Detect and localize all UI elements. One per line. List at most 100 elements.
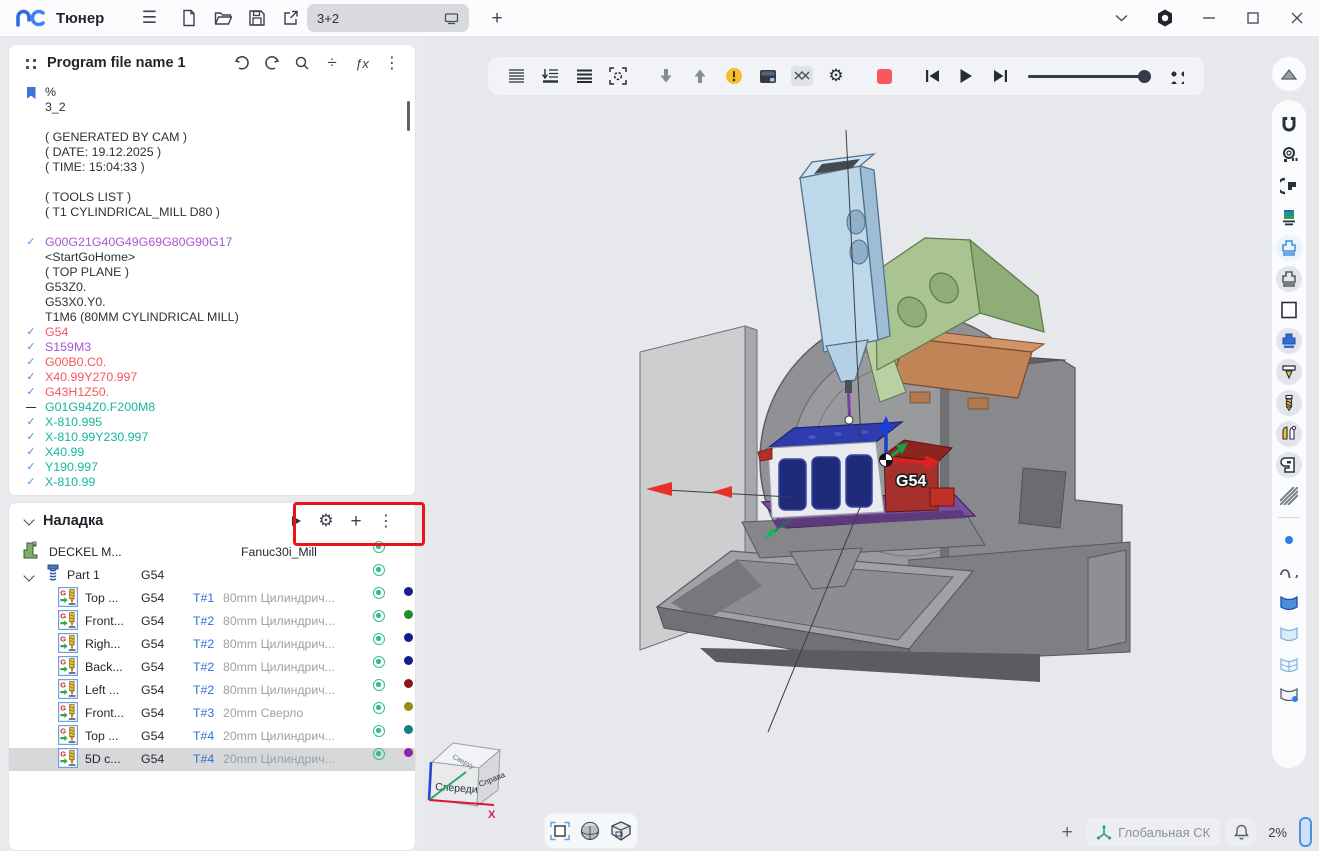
warning-icon[interactable] xyxy=(718,61,750,91)
redo-icon[interactable] xyxy=(257,49,287,77)
operation-row[interactable]: G Left ... G54 T#2 80mm Цилиндрич... xyxy=(9,679,415,702)
iso-view-icon[interactable] xyxy=(610,821,632,841)
gcode-line[interactable]: 3_2 xyxy=(9,100,415,115)
gcode-line[interactable]: S159M3 xyxy=(9,340,415,355)
operation-row[interactable]: G Front... G54 T#3 20mm Сверло xyxy=(9,702,415,725)
sphere-view-icon[interactable] xyxy=(580,821,600,841)
gcode-line[interactable] xyxy=(9,220,415,235)
menu-icon[interactable] xyxy=(132,4,166,32)
frame-select-icon[interactable] xyxy=(602,61,634,91)
gcode-line[interactable]: ( DATE: 19.12.2025 ) xyxy=(9,145,415,160)
export-icon[interactable] xyxy=(274,4,308,32)
simulation-settings-icon[interactable] xyxy=(820,61,852,91)
view-cube[interactable]: Спереди Справа Сверху X xyxy=(426,734,516,824)
gcode-line[interactable]: ( TOP PLANE ) xyxy=(9,265,415,280)
operation-row[interactable]: G Top ... G54 T#4 20mm Цилиндрич... xyxy=(9,725,415,748)
cone-tool-icon[interactable] xyxy=(1276,359,1302,385)
operation-radio[interactable] xyxy=(373,656,385,668)
search-icon[interactable] xyxy=(287,49,317,77)
operation-radio[interactable] xyxy=(373,587,385,599)
operation-radio[interactable] xyxy=(373,725,385,737)
gcode-line[interactable]: X40.99 xyxy=(9,445,415,460)
probe-icon[interactable] xyxy=(1276,142,1302,168)
progress-indicator[interactable] xyxy=(1299,817,1312,847)
step-up-icon[interactable] xyxy=(684,61,716,91)
tool-holder-icon[interactable] xyxy=(1276,266,1302,292)
gcode-line[interactable]: <StartGoHome> xyxy=(9,250,415,265)
more-menu-icon[interactable] xyxy=(377,49,407,77)
goto-line-icon[interactable] xyxy=(534,61,566,91)
settings-nut-icon[interactable] xyxy=(1143,4,1187,32)
function-icon[interactable] xyxy=(347,49,377,77)
new-tab-button[interactable] xyxy=(480,4,514,32)
operation-radio[interactable] xyxy=(373,748,385,760)
part-row[interactable]: Part 1 G54 xyxy=(9,564,415,587)
tab-3plus2[interactable]: 3+2 xyxy=(307,4,469,32)
operation-radio[interactable] xyxy=(373,702,385,714)
gcode-line[interactable]: ( GENERATED BY CAM ) xyxy=(9,130,415,145)
gcode-line[interactable]: G00B0.C0. xyxy=(9,355,415,370)
layout-grid-icon[interactable] xyxy=(1160,61,1192,91)
operation-row[interactable]: G Back... G54 T#2 80mm Цилиндрич... xyxy=(9,656,415,679)
drag-handle-icon[interactable] xyxy=(23,56,37,70)
collapse-chevron-icon[interactable] xyxy=(23,514,34,525)
gcode-line[interactable]: G54 xyxy=(9,325,415,340)
gcode-line[interactable]: % xyxy=(9,85,415,100)
surface-grid-icon[interactable] xyxy=(1276,651,1302,677)
gcode-line[interactable]: G00G21G40G49G69G80G90G17 xyxy=(9,235,415,250)
step-down-icon[interactable] xyxy=(650,61,682,91)
gcode-line[interactable] xyxy=(9,115,415,130)
sidebar-collapse-button[interactable] xyxy=(1272,57,1306,91)
magnet-icon[interactable] xyxy=(1276,111,1302,137)
close-button[interactable] xyxy=(1275,4,1319,32)
new-file-icon[interactable] xyxy=(172,4,206,32)
gcode-line[interactable]: G43H1Z50. xyxy=(9,385,415,400)
gcode-line[interactable]: G53X0.Y0. xyxy=(9,295,415,310)
toolpath-toggle-icon[interactable] xyxy=(786,61,818,91)
coordinate-system-selector[interactable]: Глобальная СК xyxy=(1086,818,1220,846)
curve-icon[interactable] xyxy=(1276,558,1302,584)
machine-head-icon[interactable] xyxy=(1276,452,1302,478)
mill-tool-icon[interactable] xyxy=(1276,421,1302,447)
point-icon[interactable] xyxy=(1276,527,1302,553)
gcode-listing[interactable]: % 3_2 ( GENERATED BY CAM ) ( DATE: 19.12… xyxy=(9,85,415,495)
surface-point-icon[interactable] xyxy=(1276,682,1302,708)
skip-end-button[interactable] xyxy=(984,61,1016,91)
play-button[interactable] xyxy=(950,61,982,91)
gcode-line[interactable]: ( TOOLS LIST ) xyxy=(9,190,415,205)
operation-radio[interactable] xyxy=(373,633,385,645)
operation-row[interactable]: G Top ... G54 T#1 80mm Цилиндрич... xyxy=(9,587,415,610)
open-folder-icon[interactable] xyxy=(206,4,240,32)
gcode-line[interactable]: T1M6 (80MM CYLINDRICAL MILL) xyxy=(9,310,415,325)
tool-holder-filled-icon[interactable] xyxy=(1276,328,1302,354)
report-panel-icon[interactable] xyxy=(752,61,784,91)
rotary-axis-icon[interactable] xyxy=(1276,173,1302,199)
chevron-down-icon[interactable] xyxy=(1099,4,1143,32)
lines-icon[interactable] xyxy=(500,61,532,91)
hatch-pattern-icon[interactable] xyxy=(1276,483,1302,509)
gcode-line[interactable]: X40.99Y270.997 xyxy=(9,370,415,385)
gcode-line[interactable]: X-810.99Y230.997 xyxy=(9,430,415,445)
add-cs-button[interactable] xyxy=(1054,819,1080,845)
part-expand-chevron[interactable] xyxy=(23,570,34,581)
gcode-line[interactable]: G01G94Z0.F200M8 xyxy=(9,400,415,415)
machine-3d-scene[interactable]: G54 xyxy=(424,36,1319,851)
surface-light-icon[interactable] xyxy=(1276,620,1302,646)
tool-holder-active-icon[interactable] xyxy=(1276,235,1302,261)
drill-tool-icon[interactable] xyxy=(1276,390,1302,416)
undo-icon[interactable] xyxy=(227,49,257,77)
skip-start-button[interactable] xyxy=(916,61,948,91)
minimize-button[interactable] xyxy=(1187,4,1231,32)
gcode-line[interactable]: G53Z0. xyxy=(9,280,415,295)
stop-button[interactable] xyxy=(868,61,900,91)
gcode-line[interactable] xyxy=(9,175,415,190)
operation-row[interactable]: G 5D c... G54 T#4 20mm Цилиндрич... xyxy=(9,748,415,771)
divide-icon[interactable] xyxy=(317,49,347,77)
notifications-button[interactable] xyxy=(1226,818,1256,846)
lines-bold-icon[interactable] xyxy=(568,61,600,91)
operation-radio[interactable] xyxy=(373,679,385,691)
part-radio[interactable] xyxy=(373,564,385,576)
operation-row[interactable]: G Righ... G54 T#2 80mm Цилиндрич... xyxy=(9,633,415,656)
viewport-3d[interactable]: G54 xyxy=(424,36,1319,851)
operation-row[interactable]: G Front... G54 T#2 80mm Цилиндрич... xyxy=(9,610,415,633)
